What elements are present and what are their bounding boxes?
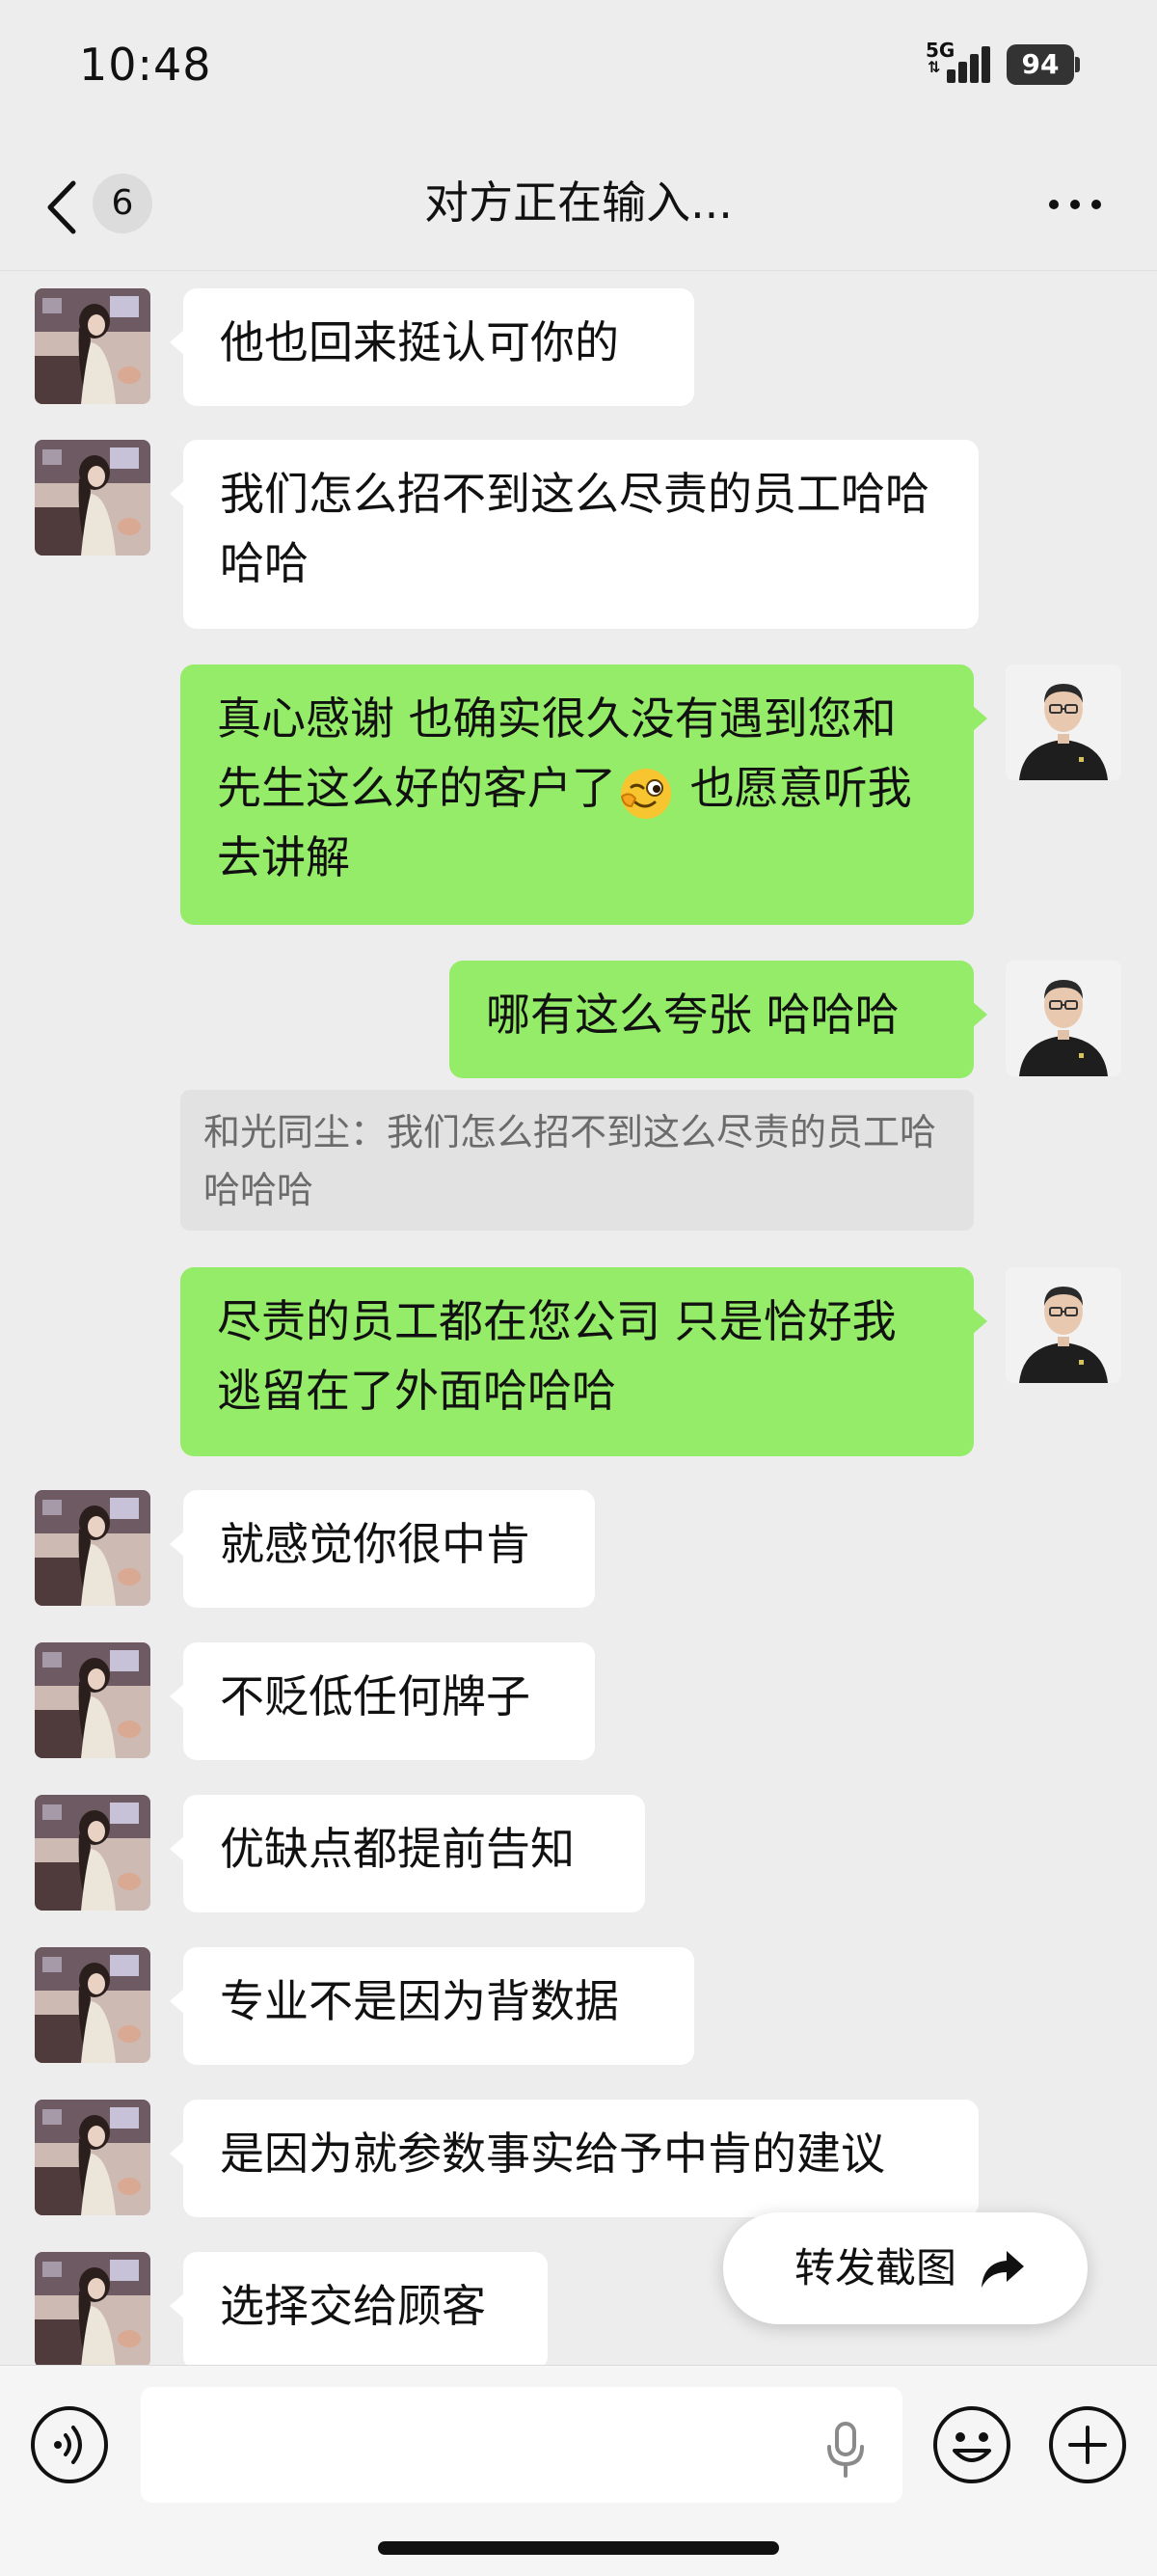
plus-icon[interactable] xyxy=(1047,2404,1128,2485)
back-chevron-icon[interactable] xyxy=(39,174,87,241)
sent-message-bubble[interactable]: 尽责的员工都在您公司 只是恰好我逃留在了外面哈哈哈 xyxy=(180,1267,987,1456)
unread-count-badge[interactable]: 6 xyxy=(93,174,152,233)
signal-icon: 5G ⇅ xyxy=(924,39,993,89)
status-bar: 10:48 5G ⇅ 94 xyxy=(0,0,1157,135)
sent-message-bubble[interactable]: 哪有这么夸张 哈哈哈 xyxy=(449,961,987,1078)
message-text: 不贬低任何牌子 xyxy=(220,1670,530,1722)
contact-avatar[interactable] xyxy=(35,1947,150,2063)
share-arrow-icon xyxy=(982,2251,1024,2288)
battery-icon xyxy=(1075,57,1080,72)
message-text: 哪有这么夸张 哈哈哈 xyxy=(486,989,900,1041)
message-text: 优缺点都提前告知 xyxy=(220,1823,575,1875)
contact-avatar[interactable] xyxy=(35,2252,150,2368)
contact-avatar[interactable] xyxy=(35,288,150,404)
more-options-icon[interactable] xyxy=(1041,183,1109,226)
message-input-bar xyxy=(0,2365,1157,2576)
received-message-bubble[interactable]: 专业不是因为背数据 xyxy=(170,1947,694,2065)
message-text: 是因为就参数事实给予中肯的建议 xyxy=(220,2128,885,2180)
home-indicator xyxy=(378,2541,779,2555)
user-avatar[interactable] xyxy=(1006,961,1121,1076)
message-text: 他也回来挺认可你的 xyxy=(220,316,619,368)
received-message-bubble[interactable]: 他也回来挺认可你的 xyxy=(170,288,694,406)
contact-avatar[interactable] xyxy=(35,1490,150,1606)
contact-avatar[interactable] xyxy=(35,2100,150,2215)
contact-avatar[interactable] xyxy=(35,1795,150,1911)
forward-screenshot-button[interactable]: 转发截图 xyxy=(723,2212,1088,2324)
message-text: 就感觉你很中肯 xyxy=(220,1518,530,1570)
quoted-message[interactable]: 和光同尘：我们怎么招不到这么尽责的员工哈哈哈哈 xyxy=(180,1090,974,1231)
quoted-text: 和光同尘：我们怎么招不到这么尽责的员工哈哈哈哈 xyxy=(203,1111,937,1211)
received-message-bubble[interactable]: 优缺点都提前告知 xyxy=(170,1795,645,1912)
contact-avatar[interactable] xyxy=(35,440,150,556)
received-message-bubble[interactable]: 是因为就参数事实给予中肯的建议 xyxy=(170,2100,979,2217)
user-avatar[interactable] xyxy=(1006,664,1121,780)
received-message-bubble[interactable]: 选择交给顾客 xyxy=(170,2252,548,2370)
user-avatar[interactable] xyxy=(1006,1267,1121,1383)
emoji-icon[interactable] xyxy=(931,2404,1012,2485)
sent-message-bubble[interactable]: 真心感谢 也确实很久没有遇到您和先生这么好的客户了 也愿意听我去讲解 xyxy=(180,664,987,925)
received-message-bubble[interactable]: 我们怎么招不到这么尽责的员工哈哈哈哈 xyxy=(170,440,979,629)
message-text: 尽责的员工都在您公司 只是恰好我逃留在了外面哈哈哈 xyxy=(217,1295,897,1417)
battery-indicator: 94 xyxy=(1007,44,1074,85)
forward-screenshot-label: 转发截图 xyxy=(794,2244,957,2291)
voice-input-icon[interactable] xyxy=(29,2404,110,2485)
message-text: 专业不是因为背数据 xyxy=(220,1975,619,2027)
contact-avatar[interactable] xyxy=(35,1642,150,1758)
message-text: 选择交给顾客 xyxy=(220,2280,486,2332)
status-time: 10:48 xyxy=(79,39,212,91)
message-input[interactable] xyxy=(141,2387,902,2503)
received-message-bubble[interactable]: 不贬低任何牌子 xyxy=(170,1642,595,1760)
page-title: 对方正在输入... xyxy=(424,176,733,229)
wink-face-emoji-icon xyxy=(620,768,671,819)
microphone-icon[interactable] xyxy=(823,2422,868,2478)
message-text: 我们怎么招不到这么尽责的员工哈哈哈哈 xyxy=(220,468,929,589)
received-message-bubble[interactable]: 就感觉你很中肯 xyxy=(170,1490,595,1608)
